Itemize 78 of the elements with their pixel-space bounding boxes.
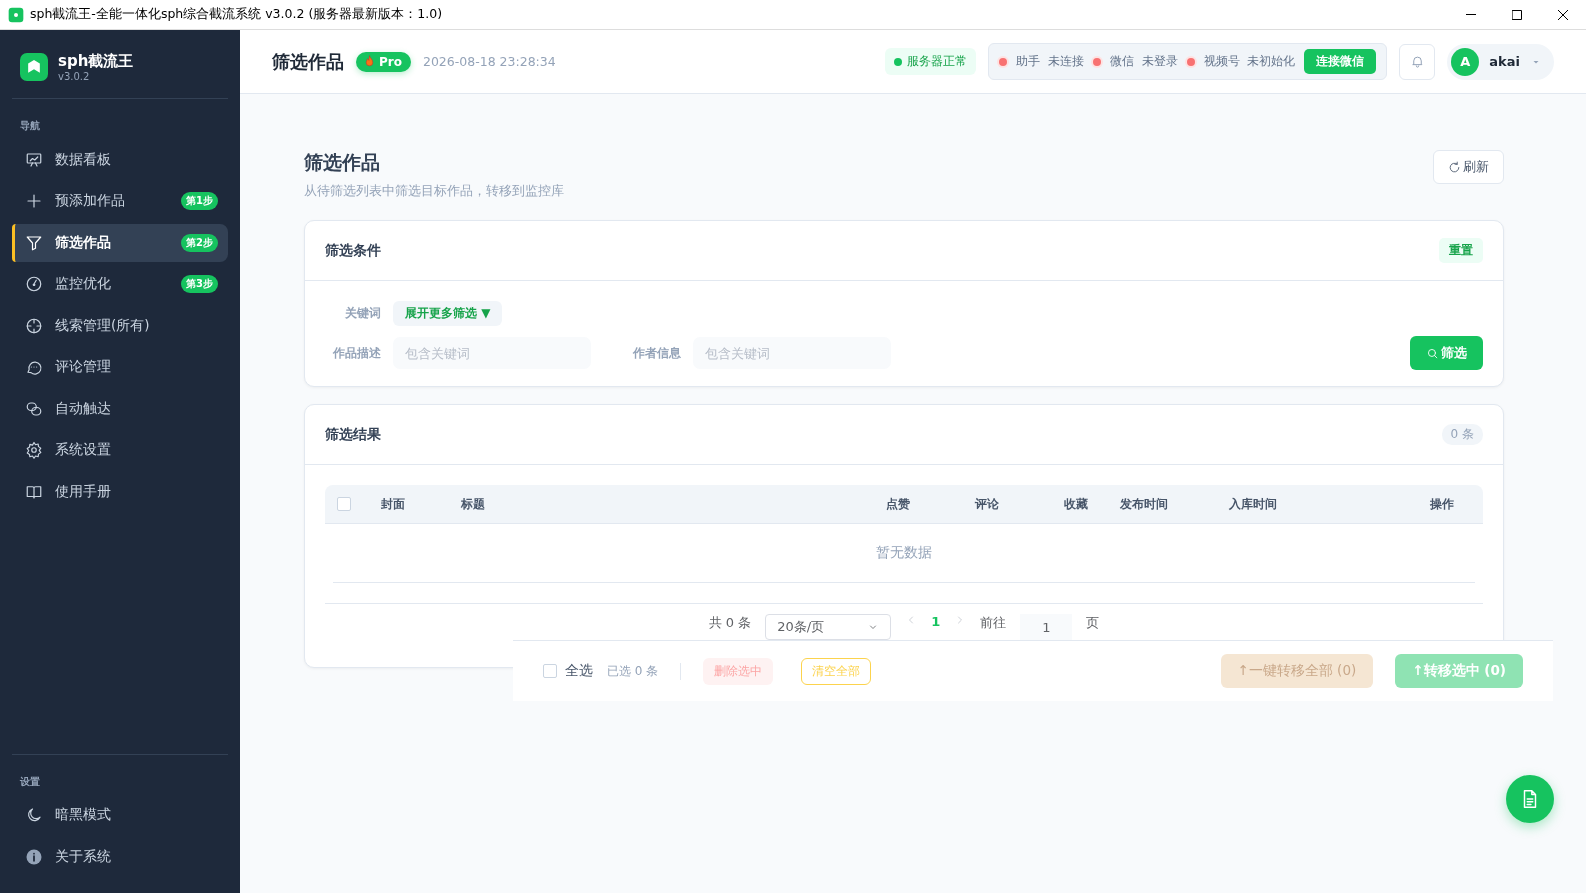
info-icon — [25, 847, 43, 866]
nav-item[interactable]: 系统设置 — [12, 431, 228, 469]
notification-button[interactable] — [1399, 43, 1436, 80]
linked-shapes-icon — [25, 399, 43, 418]
selected-count: 已选 0 条 — [607, 662, 682, 680]
nav-item[interactable]: 关于系统 — [12, 837, 228, 876]
nav-item[interactable]: 监控优化 第3步 — [12, 265, 228, 303]
column-header: 发布时间 — [1120, 495, 1169, 513]
nav-item[interactable]: 线索管理(所有) — [12, 306, 228, 345]
status-text: 视频号 未初始化 — [1203, 53, 1296, 70]
column-header: 操作 — [1429, 495, 1455, 513]
chat-bubble-icon — [25, 358, 43, 376]
user-menu[interactable]: A akai — [1447, 43, 1554, 80]
card-title: 筛选结果 — [325, 425, 381, 444]
gear-icon — [25, 441, 43, 459]
column-header: 收藏 — [1062, 495, 1089, 513]
bell-icon — [1409, 54, 1425, 69]
page-suffix: 页 — [1086, 614, 1100, 632]
search-icon — [1426, 346, 1439, 360]
field-label: 作者信息 — [632, 344, 681, 362]
nav-item[interactable]: 筛选作品 第2步 — [12, 223, 228, 262]
page-size-select[interactable]: 20条/页 — [765, 614, 892, 640]
presentation-chart-icon — [25, 150, 43, 169]
input-field[interactable]: 包含关键词 — [693, 337, 891, 369]
result-count: 0 条 — [1441, 424, 1483, 445]
column-header: 评论 — [973, 495, 1000, 513]
status-text: 助手 未连接 — [1016, 53, 1085, 70]
column-header: 标题 — [461, 495, 486, 513]
nav-item[interactable]: 自动触达 — [12, 389, 228, 428]
checkbox[interactable] — [337, 497, 351, 511]
empty-message: 暂无数据 — [333, 524, 1475, 583]
window-title: sph截流王-全能一体化sph综合截流系统 v3.0.2 (服务器最新版本：1.0) — [30, 6, 444, 23]
gauge-icon — [25, 275, 43, 293]
crosshair-icon — [25, 316, 43, 335]
document-button[interactable] — [1506, 775, 1554, 823]
nav-item[interactable]: 使用手册 — [12, 472, 228, 511]
refresh-button[interactable]: 刷新 — [1433, 150, 1504, 184]
input-field[interactable]: 包含关键词 — [393, 337, 591, 369]
nav-item[interactable]: 数据看板 — [12, 140, 228, 179]
minimize-icon — [1466, 14, 1476, 15]
plus-icon — [25, 192, 43, 210]
pro-badge: Pro — [356, 51, 411, 72]
nav-item[interactable]: 预添加作品 第1步 — [12, 182, 228, 220]
avatar: A — [1451, 47, 1480, 76]
card-title: 筛选条件 — [325, 241, 381, 260]
page-subtitle: 从待筛选列表中筛选目标作品，转移到监控库 — [304, 183, 564, 200]
flame-icon — [363, 55, 376, 68]
brand-name: sph截流王 — [58, 52, 134, 71]
select-all-checkbox[interactable]: 全选 — [543, 662, 593, 680]
app-icon — [8, 6, 24, 23]
field-label: 关键词 — [344, 305, 381, 322]
nav-item[interactable]: 评论管理 — [12, 348, 228, 386]
close-icon — [1558, 9, 1568, 20]
server-status: 服务器正常 — [885, 48, 977, 75]
goto-label: 前往 — [980, 614, 1007, 632]
version-label: v3.0.2 — [58, 71, 91, 82]
logo-icon — [20, 53, 48, 81]
page-title: 筛选作品 — [304, 150, 381, 175]
header-title: 筛选作品 — [272, 49, 344, 74]
maximize-icon — [1512, 9, 1522, 20]
section-label: 导航 — [19, 119, 41, 133]
nav-item[interactable]: 暗黑模式 — [12, 796, 228, 834]
step-badge: 第1步 — [181, 192, 218, 210]
filter-icon — [25, 233, 43, 252]
refresh-icon — [1448, 160, 1461, 174]
field-label: 作品描述 — [332, 344, 381, 362]
timestamp: 2026-08-18 23:28:34 — [422, 54, 557, 69]
page-input[interactable]: 1 — [1020, 614, 1073, 640]
step-badge: 第2步 — [181, 233, 218, 252]
user-name: akai — [1489, 54, 1520, 69]
section-label: 设置 — [19, 774, 41, 789]
total-count: 共 0 条 — [708, 614, 752, 632]
column-header: 封面 — [381, 495, 406, 513]
column-header: 入库时间 — [1229, 495, 1278, 513]
column-header: 点赞 — [884, 495, 911, 513]
moon-icon — [25, 806, 43, 824]
status-text: 微信 未登录 — [1110, 53, 1178, 70]
step-badge: 第3步 — [181, 275, 218, 293]
